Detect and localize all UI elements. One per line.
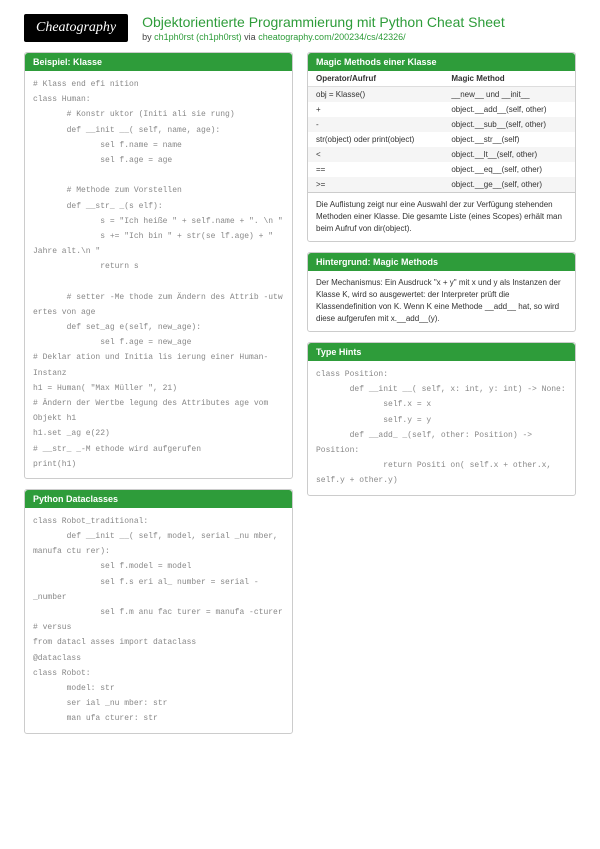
code-block: class Robot_traditional: def __init __( … — [25, 508, 292, 733]
table-row: +object.__add__(self, other) — [308, 102, 575, 117]
prose-text: Der Mechanismus: Ein Ausdruck "x + y" mi… — [308, 271, 575, 331]
block-typehints: Type Hints class Position: def __init __… — [307, 342, 576, 496]
source-link[interactable]: cheatography.com/200234/cs/42326/ — [258, 32, 405, 42]
content-columns: Beispiel: Klasse # Klass end efi nition … — [0, 52, 600, 764]
table-row: >=object.__ge__(self, other) — [308, 177, 575, 192]
header-text: Objektorientierte Programmierung mit Pyt… — [142, 14, 505, 42]
table-header: Operator/Aufruf — [308, 71, 443, 87]
column-right: Magic Methods einer Klasse Operator/Aufr… — [307, 52, 576, 744]
block-dataclasses: Python Dataclasses class Robot_tradition… — [24, 489, 293, 734]
block-note: Die Auflistung zeigt nur eine Auswahl de… — [308, 192, 575, 241]
author-link[interactable]: ch1ph0rst (ch1ph0rst) — [154, 32, 242, 42]
byline: by ch1ph0rst (ch1ph0rst) via cheatograph… — [142, 32, 505, 42]
table-row: -object.__sub__(self, other) — [308, 117, 575, 132]
block-header: Type Hints — [308, 343, 575, 361]
table-header: Magic Method — [443, 71, 575, 87]
code-block: # Klass end efi nition class Human: # Ko… — [25, 71, 292, 478]
page-header: Cheatography Objektorientierte Programmi… — [0, 0, 600, 52]
block-beispiel-klasse: Beispiel: Klasse # Klass end efi nition … — [24, 52, 293, 479]
block-header: Beispiel: Klasse — [25, 53, 292, 71]
table-row: str(object) oder print(object)object.__s… — [308, 132, 575, 147]
column-left: Beispiel: Klasse # Klass end efi nition … — [24, 52, 293, 744]
page-title: Objektorientierte Programmierung mit Pyt… — [142, 14, 505, 30]
block-hintergrund: Hintergrund: Magic Methods Der Mechanism… — [307, 252, 576, 332]
table-row: ==object.__eq__(self, other) — [308, 162, 575, 177]
code-block: class Position: def __init __( self, x: … — [308, 361, 575, 495]
magic-methods-table: Operator/Aufruf Magic Method obj = Klass… — [308, 71, 575, 192]
table-row: obj = Klasse()__new__ und __init__ — [308, 87, 575, 103]
block-header: Hintergrund: Magic Methods — [308, 253, 575, 271]
table-row: <object.__lt__(self, other) — [308, 147, 575, 162]
block-header: Python Dataclasses — [25, 490, 292, 508]
site-logo: Cheatography — [24, 14, 128, 42]
block-magic-methods: Magic Methods einer Klasse Operator/Aufr… — [307, 52, 576, 242]
block-header: Magic Methods einer Klasse — [308, 53, 575, 71]
table-header-row: Operator/Aufruf Magic Method — [308, 71, 575, 87]
